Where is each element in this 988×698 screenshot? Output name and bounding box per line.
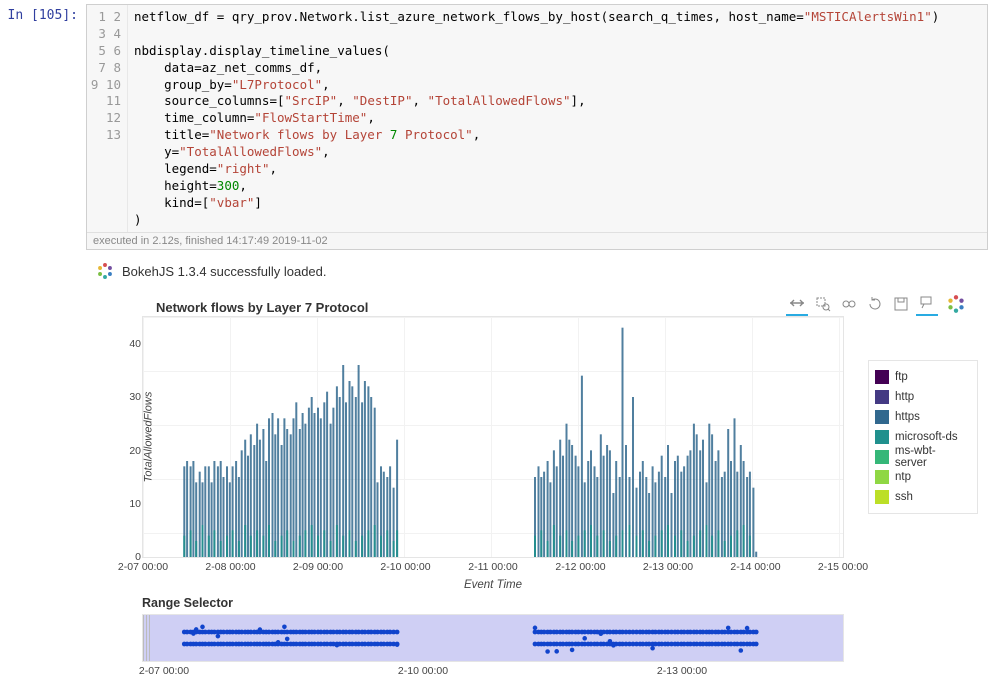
range-selector-plot bbox=[143, 615, 843, 661]
range-selector-title: Range Selector bbox=[142, 596, 978, 610]
range-selector-frame[interactable]: 2-07 00:002-10 00:002-13 00:00 bbox=[142, 614, 844, 662]
legend-swatch bbox=[875, 370, 889, 384]
x-tick: 2-11 00:00 bbox=[468, 561, 517, 573]
legend-item[interactable]: ms-wbt-server bbox=[875, 447, 967, 467]
legend-label: ms-wbt-server bbox=[895, 445, 967, 469]
x-tick: 2-12 00:00 bbox=[555, 561, 605, 573]
legend-label: ssh bbox=[895, 491, 913, 503]
x-tick: 2-07 00:00 bbox=[118, 561, 168, 573]
x-tick: 2-08 00:00 bbox=[205, 561, 255, 573]
y-tick: 20 bbox=[129, 445, 141, 457]
bokeh-logo-icon[interactable] bbox=[946, 294, 966, 314]
legend-label: microsoft-ds bbox=[895, 431, 958, 443]
chart-bars bbox=[143, 317, 843, 557]
x-tick: 2-09 00:00 bbox=[293, 561, 343, 573]
chart-legend[interactable]: ftp http https microsoft-ds ms-wbt-server ntp… bbox=[868, 360, 978, 514]
legend-item[interactable]: ftp bbox=[875, 367, 967, 387]
line-gutter: 1 2 3 4 5 6 7 8 9 10 11 12 13 bbox=[87, 5, 128, 232]
legend-swatch bbox=[875, 450, 889, 464]
x-tick: 2-13 00:00 bbox=[643, 561, 693, 573]
output-area: BokehJS 1.3.4 successfully loaded. Netwo… bbox=[86, 250, 988, 666]
bokeh-loaded-banner: BokehJS 1.3.4 successfully loaded. bbox=[96, 260, 978, 294]
legend-swatch bbox=[875, 490, 889, 504]
legend-item[interactable]: microsoft-ds bbox=[875, 427, 967, 447]
y-tick: 40 bbox=[129, 338, 141, 350]
legend-label: http bbox=[895, 391, 914, 403]
y-tick: 10 bbox=[129, 498, 141, 510]
range-x-tick: 2-10 00:00 bbox=[398, 665, 448, 677]
bokeh-logo-icon bbox=[96, 262, 114, 280]
code-text[interactable]: netflow_df = qry_prov.Network.list_azure… bbox=[128, 5, 987, 232]
x-axis-label: Event Time bbox=[464, 579, 522, 591]
execution-info: executed in 2.12s, finished 14:17:49 201… bbox=[87, 232, 987, 249]
input-prompt: In [105]: bbox=[0, 4, 86, 250]
bokeh-loaded-text: BokehJS 1.3.4 successfully loaded. bbox=[122, 264, 327, 279]
range-x-tick: 2-07 00:00 bbox=[139, 665, 189, 677]
legend-label: ftp bbox=[895, 371, 908, 383]
range-x-tick: 2-13 00:00 bbox=[657, 665, 707, 677]
pan-tool-icon[interactable] bbox=[786, 292, 808, 316]
legend-item[interactable]: https bbox=[875, 407, 967, 427]
legend-swatch bbox=[875, 470, 889, 484]
x-tick: 2-14 00:00 bbox=[730, 561, 780, 573]
legend-label: https bbox=[895, 411, 920, 423]
reset-tool-icon[interactable] bbox=[864, 293, 886, 315]
legend-item[interactable]: ssh bbox=[875, 487, 967, 507]
save-tool-icon[interactable] bbox=[890, 293, 912, 315]
x-tick: 2-10 00:00 bbox=[380, 561, 430, 573]
box-zoom-tool-icon[interactable] bbox=[812, 293, 834, 315]
legend-item[interactable]: http bbox=[875, 387, 967, 407]
legend-swatch bbox=[875, 390, 889, 404]
legend-swatch bbox=[875, 410, 889, 424]
legend-swatch bbox=[875, 430, 889, 444]
chart-plot-frame[interactable]: TotalAllowedFlows 010203040 2-07 00:002-… bbox=[142, 316, 844, 558]
input-cell: In [105]: 1 2 3 4 5 6 7 8 9 10 11 12 13 … bbox=[0, 0, 988, 250]
chart-toolbar bbox=[786, 292, 966, 316]
y-tick: 30 bbox=[129, 391, 141, 403]
chart-title: Network flows by Layer 7 Protocol bbox=[156, 300, 368, 315]
wheel-zoom-tool-icon[interactable] bbox=[838, 293, 860, 315]
y-axis-ticks: 010203040 bbox=[119, 317, 141, 557]
legend-item[interactable]: ntp bbox=[875, 467, 967, 487]
hover-tool-icon[interactable] bbox=[916, 292, 938, 316]
code-area[interactable]: 1 2 3 4 5 6 7 8 9 10 11 12 13 netflow_df… bbox=[86, 4, 988, 250]
x-tick: 2-15 00:00 bbox=[818, 561, 868, 573]
chart-area: Network flows by Layer 7 Protocol TotalA… bbox=[142, 316, 978, 662]
legend-label: ntp bbox=[895, 471, 911, 483]
